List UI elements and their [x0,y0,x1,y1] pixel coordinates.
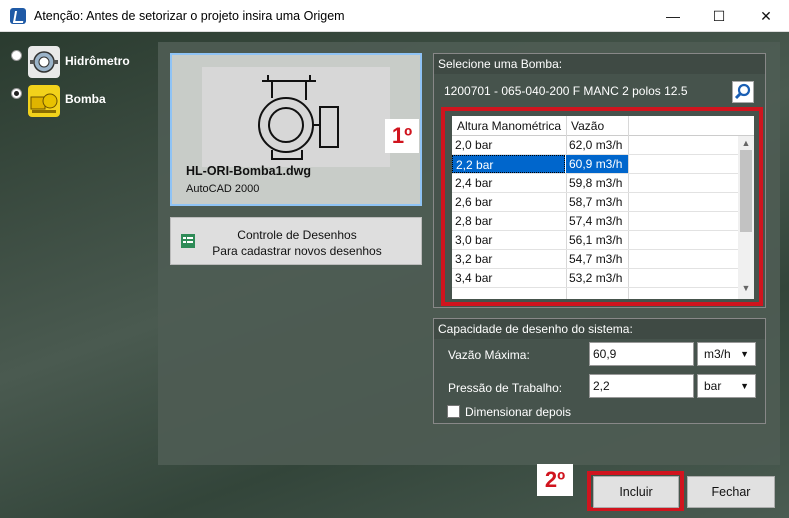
step-marker-1: 1º [385,119,419,153]
dimensionar-depois-label[interactable]: Dimensionar depois [465,405,571,419]
cell-vazao: 56,1 m3/h [569,233,623,247]
pump-drawing-preview [202,67,390,167]
app-icon [10,8,26,24]
drawing-format: AutoCAD 2000 [186,183,260,195]
cell-altura: 2,2 bar [452,155,565,173]
scrollbar-thumb[interactable] [740,150,752,232]
controle-title: Controle de Desenhos [237,228,357,242]
controle-subtitle: Para cadastrar novos desenhos [212,244,382,258]
pressao-unit-value: bar [704,379,722,393]
cell-altura: 3,4 bar [455,271,493,285]
water-meter-icon [28,46,60,78]
drawing-filename: HL-ORI-Bomba1.dwg [186,164,311,178]
vazao-maxima-input[interactable]: 60,9 [589,342,694,366]
table-header: Altura Manométrica Vazão [452,116,754,136]
cell-vazao: 59,8 m3/h [569,176,623,190]
table-row[interactable]: 2,0 bar 62,0 m3/h [452,136,754,155]
vazao-maxima-label: Vazão Máxima: [448,348,530,362]
fechar-button[interactable]: Fechar [687,476,775,508]
maximize-button[interactable]: ☐ [696,0,742,32]
scroll-down-icon[interactable]: ▼ [738,283,754,297]
table-row[interactable]: 2,6 bar 58,7 m3/h [452,193,754,212]
table-row[interactable]: 2,4 bar 59,8 m3/h [452,174,754,193]
cell-vazao: 54,7 m3/h [569,252,623,266]
cell-vazao: 58,7 m3/h [569,195,623,209]
title-bar: Atenção: Antes de setorizar o projeto in… [0,0,789,32]
cell-altura: 2,0 bar [455,138,493,152]
cell-altura: 2,8 bar [455,214,493,228]
table-scrollbar[interactable]: ▲ ▼ [738,136,754,299]
table-row[interactable]: 3,0 bar 56,1 m3/h [452,231,754,250]
pressao-unit-select[interactable]: bar ▼ [697,374,756,398]
search-icon [734,83,751,100]
option-label-bomba[interactable]: Bomba [65,92,106,106]
pressao-trabalho-label: Pressão de Trabalho: [448,381,563,395]
window-title: Atenção: Antes de setorizar o projeto in… [34,9,345,23]
cell-vazao: 62,0 m3/h [569,138,623,152]
column-header-altura[interactable]: Altura Manométrica [457,119,561,133]
pump-icon [28,85,60,117]
bomba-group-header: Selecione uma Bomba: [434,54,765,74]
pressao-trabalho-input[interactable]: 2,2 [589,374,694,398]
table-row-selected[interactable]: 2,2 bar 60,9 m3/h [452,155,754,174]
radio-bomba[interactable] [11,88,22,99]
table-row[interactable]: 3,4 bar 53,2 m3/h [452,269,754,288]
table-row[interactable]: 2,8 bar 57,4 m3/h [452,212,754,231]
bomba-table[interactable]: Altura Manométrica Vazão 2,0 bar 62,0 m3… [452,116,754,299]
chevron-down-icon: ▼ [740,349,749,359]
cell-vazao: 60,9 m3/h [566,155,628,173]
table-row[interactable]: 3,2 bar 54,7 m3/h [452,250,754,269]
option-label-hidrometro[interactable]: Hidrômetro [65,54,130,68]
cell-altura: 3,0 bar [455,233,493,247]
dimensionar-depois-checkbox[interactable] [447,405,460,418]
minimize-button[interactable]: — [650,0,696,32]
incluir-button[interactable]: Incluir [593,476,679,508]
cell-altura: 3,2 bar [455,252,493,266]
search-bomba-button[interactable] [732,81,754,103]
vazao-unit-value: m3/h [704,347,731,361]
cell-vazao: 57,4 m3/h [569,214,623,228]
capacidade-header: Capacidade de desenho do sistema: [434,319,765,339]
column-header-vazao[interactable]: Vazão [571,119,604,133]
vazao-unit-select[interactable]: m3/h ▼ [697,342,756,366]
cell-vazao: 53,2 m3/h [569,271,623,285]
controle-desenhos-button[interactable]: Controle de Desenhos Para cadastrar novo… [170,217,422,265]
step-marker-2: 2º [537,464,573,496]
radio-hidrometro[interactable] [11,50,22,61]
selected-bomba-code: 1200701 - 065-040-200 F MANC 2 polos 12.… [444,84,688,98]
cell-altura: 2,6 bar [455,195,493,209]
chevron-down-icon: ▼ [740,381,749,391]
close-button[interactable]: ✕ [743,0,789,32]
cell-altura: 2,4 bar [455,176,493,190]
